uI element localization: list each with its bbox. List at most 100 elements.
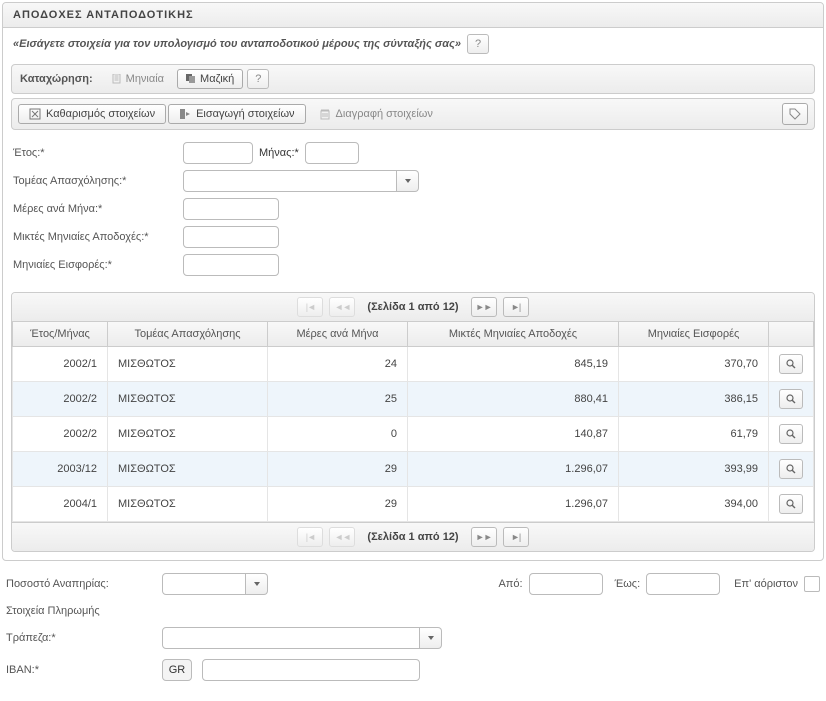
iban-input[interactable] — [202, 659, 420, 681]
magnify-icon — [786, 359, 796, 369]
sector-label: Τομέας Απασχόλησης:* — [13, 175, 183, 187]
sector-input[interactable] — [183, 170, 397, 192]
magnify-icon — [786, 464, 796, 474]
gross-label: Μικτές Μηνιαίες Αποδοχές:* — [13, 231, 183, 243]
cell-action — [769, 452, 814, 487]
cell-sector: ΜΙΣΘΩΤΟΣ — [108, 452, 268, 487]
bottom-form: Ποσοστό Αναπηρίας: Από: Έως: Επ' αόριστο… — [0, 563, 826, 701]
cell-action — [769, 347, 814, 382]
cell-gross: 1.296,07 — [408, 452, 619, 487]
entry-monthly-button[interactable]: Μηνιαία — [103, 69, 173, 89]
table-row: 2002/1ΜΙΣΘΩΤΟΣ24845,19370,70 — [13, 347, 814, 382]
import-label: Εισαγωγή στοιχείων — [196, 108, 294, 120]
entry-bulk-label: Μαζική — [200, 73, 234, 85]
cell-yearmonth: 2002/1 — [13, 347, 108, 382]
cell-days: 29 — [268, 452, 408, 487]
cell-gross: 845,19 — [408, 347, 619, 382]
form-area: Έτος:* Μήνας:* Τομέας Απασχόλησης:* Μέρε… — [3, 138, 823, 292]
gross-input[interactable] — [183, 226, 279, 248]
table-row: 2002/2ΜΙΣΘΩΤΟΣ0140,8761,79 — [13, 417, 814, 452]
cell-gross: 880,41 — [408, 382, 619, 417]
toolbar-end-button[interactable] — [782, 103, 808, 125]
days-label: Μέρες ανά Μήνα:* — [13, 203, 183, 215]
pager-last-button-b[interactable]: ►| — [503, 527, 529, 547]
cell-contrib: 394,00 — [619, 487, 769, 522]
bank-input[interactable] — [162, 627, 420, 649]
row-view-button[interactable] — [779, 424, 803, 444]
cell-action — [769, 382, 814, 417]
bank-combo[interactable] — [162, 627, 442, 649]
chevron-down-icon — [404, 177, 412, 185]
contrib-input[interactable] — [183, 254, 279, 276]
magnify-icon — [786, 429, 796, 439]
year-label: Έτος:* — [13, 147, 183, 159]
pager-next-button[interactable]: ►► — [471, 297, 497, 317]
magnify-icon — [786, 394, 796, 404]
to-label: Έως: — [615, 578, 641, 590]
col-sector[interactable]: Τομέας Απασχόλησης — [108, 322, 268, 347]
disability-dropdown-button[interactable] — [246, 573, 268, 595]
table-wrap: |◄ ◄◄ (Σελίδα 1 από 12) ►► ►| Έτος/Μήνας… — [11, 292, 815, 552]
pager-prev-button-b[interactable]: ◄◄ — [329, 527, 355, 547]
cell-gross: 1.296,07 — [408, 487, 619, 522]
col-days[interactable]: Μέρες ανά Μήνα — [268, 322, 408, 347]
contrib-label: Μηνιαίες Εισφορές:* — [13, 259, 183, 271]
stack-icon — [186, 74, 196, 84]
pager-prev-button[interactable]: ◄◄ — [329, 297, 355, 317]
month-label: Μήνας:* — [259, 147, 299, 159]
cell-gross: 140,87 — [408, 417, 619, 452]
document-icon — [112, 74, 122, 84]
row-view-button[interactable] — [779, 354, 803, 374]
from-input[interactable] — [529, 573, 603, 595]
chevron-down-icon — [427, 634, 435, 642]
pager-next-button-b[interactable]: ►► — [471, 527, 497, 547]
pager-first-button-b[interactable]: |◄ — [297, 527, 323, 547]
col-contrib[interactable]: Μηνιαίες Εισφορές — [619, 322, 769, 347]
sector-dropdown-button[interactable] — [397, 170, 419, 192]
row-view-button[interactable] — [779, 494, 803, 514]
entry-monthly-label: Μηνιαία — [126, 73, 164, 85]
days-input[interactable] — [183, 198, 279, 220]
indef-checkbox[interactable] — [804, 576, 820, 592]
help-button[interactable]: ? — [467, 34, 489, 54]
cell-sector: ΜΙΣΘΩΤΟΣ — [108, 347, 268, 382]
cell-days: 29 — [268, 487, 408, 522]
table-row: 2003/12ΜΙΣΘΩΤΟΣ291.296,07393,99 — [13, 452, 814, 487]
cell-action — [769, 417, 814, 452]
disability-combo[interactable] — [162, 573, 268, 595]
entry-help-button[interactable]: ? — [247, 69, 269, 89]
pager-first-button[interactable]: |◄ — [297, 297, 323, 317]
col-gross[interactable]: Μικτές Μηνιαίες Αποδοχές — [408, 322, 619, 347]
cell-sector: ΜΙΣΘΩΤΟΣ — [108, 417, 268, 452]
clear-label: Καθαρισμός στοιχείων — [46, 108, 155, 120]
import-button[interactable]: Εισαγωγή στοιχείων — [168, 104, 305, 124]
magnify-icon — [786, 499, 796, 509]
year-input[interactable] — [183, 142, 253, 164]
clear-button[interactable]: Καθαρισμός στοιχείων — [18, 104, 166, 124]
row-view-button[interactable] — [779, 459, 803, 479]
cell-days: 0 — [268, 417, 408, 452]
bank-dropdown-button[interactable] — [420, 627, 442, 649]
cell-yearmonth: 2003/12 — [13, 452, 108, 487]
col-yearmonth[interactable]: Έτος/Μήνας — [13, 322, 108, 347]
import-icon — [179, 108, 191, 120]
subtitle-text: «Εισάγετε στοιχεία για τον υπολογισμό το… — [13, 38, 461, 50]
subtitle-bar: «Εισάγετε στοιχεία για τον υπολογισμό το… — [3, 28, 823, 60]
cell-yearmonth: 2002/2 — [13, 417, 108, 452]
cell-yearmonth: 2004/1 — [13, 487, 108, 522]
entry-bulk-button[interactable]: Μαζική — [177, 69, 243, 89]
to-input[interactable] — [646, 573, 720, 595]
entry-mode-bar: Καταχώρηση: Μηνιαία Μαζική ? — [11, 64, 815, 94]
disability-input[interactable] — [162, 573, 246, 595]
pager-last-button[interactable]: ►| — [503, 297, 529, 317]
entry-label: Καταχώρηση: — [20, 73, 93, 85]
from-label: Από: — [498, 578, 522, 590]
delete-button[interactable]: Διαγραφή στοιχείων — [308, 104, 444, 124]
row-view-button[interactable] — [779, 389, 803, 409]
pager-text: (Σελίδα 1 από 12) — [367, 301, 458, 313]
data-table: Έτος/Μήνας Τομέας Απασχόλησης Μέρες ανά … — [12, 322, 814, 522]
sector-combo[interactable] — [183, 170, 419, 192]
cell-sector: ΜΙΣΘΩΤΟΣ — [108, 382, 268, 417]
pager-bottom: |◄ ◄◄ (Σελίδα 1 από 12) ►► ►| — [12, 522, 814, 551]
month-input[interactable] — [305, 142, 359, 164]
